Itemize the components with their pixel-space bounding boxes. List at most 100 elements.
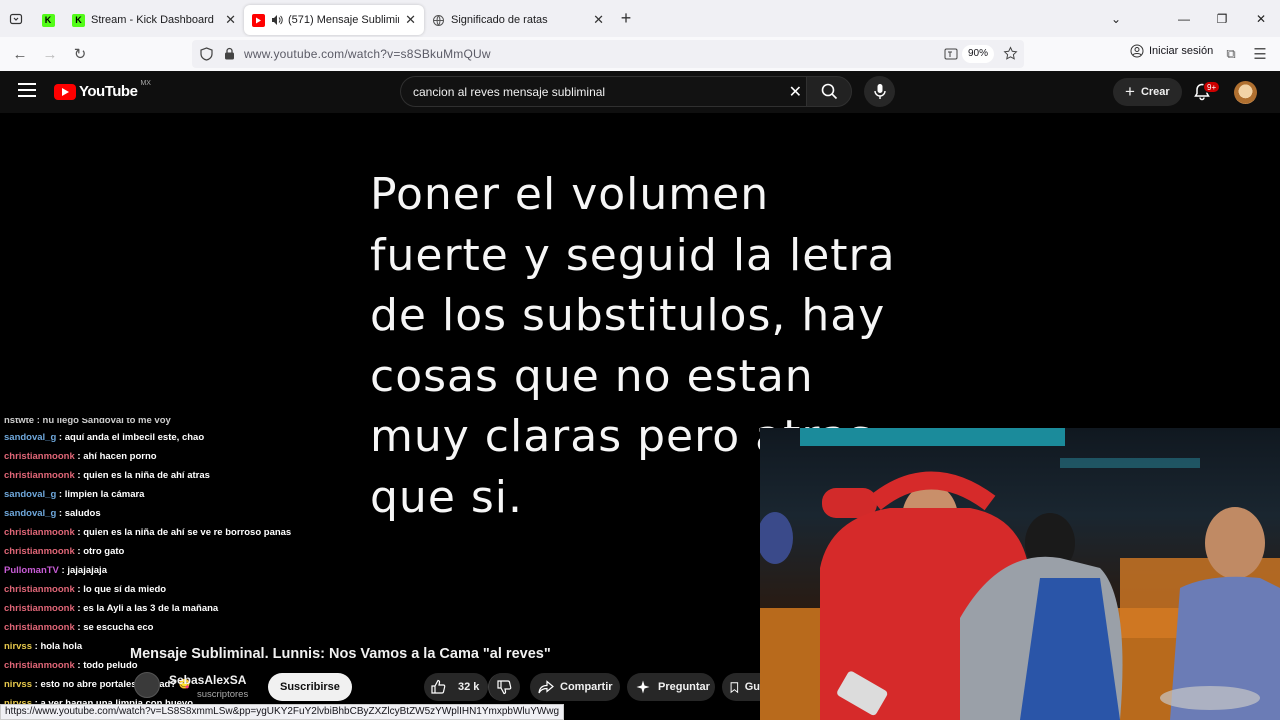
voice-search-button[interactable] xyxy=(864,76,895,107)
close-icon: ✕ xyxy=(1255,11,1267,26)
save-button[interactable]: Gu xyxy=(722,673,760,701)
signin-button[interactable]: Iniciar sesión xyxy=(1130,44,1213,58)
country-code: MX xyxy=(140,80,151,87)
share-button[interactable]: Compartir xyxy=(530,673,620,701)
chat-username[interactable]: christianmoonk xyxy=(4,603,75,614)
chat-username[interactable]: christianmoonk xyxy=(4,451,75,462)
minimize-button[interactable]: — xyxy=(1165,0,1203,37)
tab-title: (571) Mensaje Subliminal. L xyxy=(288,14,399,26)
chat-username[interactable]: christianmoonk xyxy=(4,470,75,481)
lyric-line: Poner el volumen xyxy=(370,169,770,220)
youtube-logo[interactable]: YouTube MX xyxy=(54,80,151,100)
lyric-line: de los substitulos, hay xyxy=(370,290,886,341)
lyric-line: fuerte y seguid la letra xyxy=(370,229,896,281)
chat-username[interactable]: christianmoonk xyxy=(4,584,75,595)
chat-text: limpien la cámara xyxy=(64,489,145,500)
chat-username[interactable]: nirvss xyxy=(4,679,32,690)
subscriber-count: suscriptores xyxy=(197,689,248,700)
chat-separator: : xyxy=(74,546,84,557)
chat-username[interactable]: christianmoonk xyxy=(4,622,75,633)
chat-username[interactable]: sandoval_g xyxy=(4,489,56,500)
new-tab-button[interactable]: + xyxy=(612,5,640,33)
chat-separator: : xyxy=(74,584,84,595)
search-input[interactable]: cancion al reves mensaje subliminal ✕ xyxy=(400,76,810,107)
chat-username[interactable]: sandoval_g xyxy=(4,508,56,519)
clear-search-icon[interactable]: ✕ xyxy=(789,82,802,102)
chat-separator: : xyxy=(74,622,84,633)
chat-message: christianmoonk : se escucha eco xyxy=(4,618,384,637)
browser-tabstrip: K K Stream - Kick Dashboard ✕ (571) Mens… xyxy=(0,0,1280,37)
speaker-icon[interactable] xyxy=(271,14,283,26)
search-query: cancion al reves mensaje subliminal xyxy=(413,84,606,99)
like-count: 32 k xyxy=(458,681,480,693)
search-button[interactable] xyxy=(806,76,852,107)
chat-separator: : xyxy=(74,451,84,462)
translate-icon[interactable] xyxy=(944,47,958,61)
tab-kick-dashboard[interactable]: K Stream - Kick Dashboard ✕ xyxy=(64,5,244,35)
close-icon[interactable]: ✕ xyxy=(225,12,236,28)
chat-message: christianmoonk : quien es la niña de ahí… xyxy=(4,466,384,485)
arrow-right-icon: → xyxy=(42,45,58,63)
search-icon xyxy=(821,83,837,100)
account-avatar[interactable] xyxy=(1234,81,1257,104)
url-bar[interactable]: www.youtube.com/watch?v=s8SBkuMmQUw 90% xyxy=(192,40,1024,68)
stream-chat-overlay: nstwte : nu llego Sandoval to me voy san… xyxy=(4,418,384,713)
microphone-icon xyxy=(873,84,886,99)
subscriber-label: suscriptores xyxy=(197,689,249,700)
hamburger-icon: ☰ xyxy=(1253,46,1267,63)
star-icon[interactable] xyxy=(1003,46,1018,61)
menu-button[interactable]: ☰ xyxy=(1245,39,1275,69)
lock-icon[interactable] xyxy=(224,47,235,60)
chevron-down-icon: ⌄ xyxy=(1110,11,1122,26)
tab-youtube-active[interactable]: (571) Mensaje Subliminal. L ✕ xyxy=(244,5,424,35)
notification-badge: 9+ xyxy=(1203,81,1221,93)
save-label: Gu xyxy=(744,681,760,693)
like-button[interactable]: 32 k xyxy=(424,673,488,701)
ask-button[interactable]: Preguntar xyxy=(627,673,715,701)
tab-significado-ratas[interactable]: Significado de ratas ✕ xyxy=(424,5,612,35)
close-icon[interactable]: ✕ xyxy=(593,12,604,28)
youtube-play-icon xyxy=(54,83,76,100)
chat-text: se escucha eco xyxy=(83,622,154,633)
forward-button[interactable]: → xyxy=(35,39,65,69)
chat-username[interactable]: christianmoonk xyxy=(4,527,75,538)
extensions-button[interactable]: ⧉ xyxy=(1216,39,1246,69)
guide-menu-icon[interactable] xyxy=(18,83,36,99)
chat-text: quien es la niña de ahí se ve re borroso… xyxy=(83,527,292,538)
reload-button[interactable]: ↻ xyxy=(65,39,95,69)
back-button[interactable]: ← xyxy=(5,39,35,69)
kick-icon: K xyxy=(41,13,55,27)
chat-text: hola hola xyxy=(40,641,83,652)
chat-username[interactable]: nirvss xyxy=(4,641,32,652)
create-button[interactable]: + Crear xyxy=(1113,78,1182,106)
close-icon[interactable]: ✕ xyxy=(405,12,416,28)
account-icon xyxy=(1130,44,1144,58)
subscribe-button[interactable]: Suscribirse xyxy=(268,673,352,701)
shield-icon[interactable] xyxy=(200,47,213,61)
webcam-overlay xyxy=(760,428,1280,720)
zoom-level[interactable]: 90% xyxy=(961,45,994,63)
chat-separator: : xyxy=(74,603,84,614)
chat-username[interactable]: christianmoonk xyxy=(4,546,75,557)
dislike-button[interactable] xyxy=(488,673,520,701)
kick-icon: K xyxy=(72,13,85,27)
chat-username[interactable]: sandoval_g xyxy=(4,432,56,443)
screen: K K Stream - Kick Dashboard ✕ (571) Mens… xyxy=(0,0,1280,720)
channel-name[interactable]: SebasAlexSA xyxy=(169,673,246,687)
arrow-left-icon: ← xyxy=(12,45,28,63)
chat-separator: : xyxy=(74,527,84,538)
share-icon xyxy=(538,680,554,694)
chat-username[interactable]: PullomanTV xyxy=(4,565,59,576)
chat-username[interactable]: christianmoonk xyxy=(4,660,75,671)
restore-icon: ❐ xyxy=(1216,11,1228,26)
tab-list-button[interactable] xyxy=(0,0,32,37)
tab-title: Stream - Kick Dashboard xyxy=(91,14,214,26)
list-all-tabs-button[interactable]: ⌄ xyxy=(1097,0,1135,37)
close-window-button[interactable]: ✕ xyxy=(1242,0,1280,37)
channel-avatar[interactable] xyxy=(134,672,160,698)
webcam-image xyxy=(760,428,1280,720)
chat-text: aquí anda el imbecil este, chao xyxy=(64,432,205,443)
restore-button[interactable]: ❐ xyxy=(1203,0,1241,37)
chat-text: saludos xyxy=(64,508,101,519)
tab-kick-pinned[interactable]: K xyxy=(32,5,64,35)
